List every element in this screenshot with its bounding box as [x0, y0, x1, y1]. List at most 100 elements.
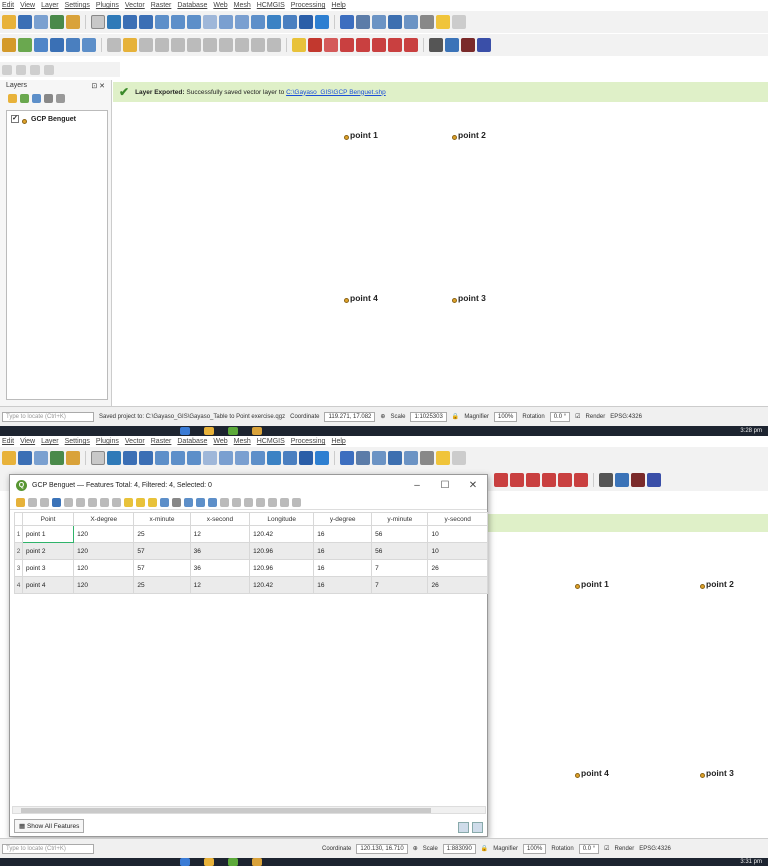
menu-item[interactable]: Processing: [291, 438, 326, 445]
table-view-icon[interactable]: [472, 822, 483, 833]
expand-all-icon[interactable]: [56, 94, 65, 103]
add-feature-icon[interactable]: [155, 38, 169, 52]
browser-icon[interactable]: [180, 858, 190, 866]
magnifier-field[interactable]: 100%: [522, 843, 547, 854]
toggle-edit-icon[interactable]: [123, 38, 137, 52]
save-edits-icon[interactable]: [40, 497, 49, 507]
table-cell[interactable]: 26: [427, 576, 488, 594]
coordinate-toggle-icon[interactable]: ⊕: [380, 413, 385, 420]
diagram-icon[interactable]: [526, 473, 540, 487]
label-icon[interactable]: [292, 38, 306, 52]
python-icon[interactable]: [445, 38, 459, 52]
coordinate-field[interactable]: 119.271, 17.082: [324, 411, 376, 422]
column-header[interactable]: x-minute: [133, 512, 191, 526]
annotation-icon[interactable]: [420, 451, 434, 465]
browser-icon[interactable]: [180, 427, 190, 435]
menu-item[interactable]: Raster: [151, 2, 172, 9]
print-layout-icon[interactable]: [50, 15, 64, 29]
menu-item[interactable]: Settings: [65, 2, 90, 9]
field-calculator-icon[interactable]: [244, 497, 253, 507]
table-cell[interactable]: 56: [371, 542, 429, 560]
zoom-layer-icon[interactable]: [187, 451, 201, 465]
show-all-features-button[interactable]: ▦ Show All Features: [14, 819, 85, 833]
zoom-full-icon[interactable]: [155, 15, 169, 29]
table-cell[interactable]: 120: [73, 525, 135, 543]
new-map-view-icon[interactable]: [251, 15, 265, 29]
menu-item[interactable]: View: [20, 2, 35, 9]
delete-field-icon[interactable]: [232, 497, 241, 507]
grid-plugin-icon[interactable]: [461, 38, 475, 52]
new-project-icon[interactable]: [2, 451, 16, 465]
manage-map-themes-icon[interactable]: [32, 94, 41, 103]
message-link[interactable]: C:\Gayaso_GIS\GCP Benguet.shp: [286, 89, 386, 96]
label-show-icon[interactable]: [324, 38, 338, 52]
zoom-last-icon[interactable]: [219, 15, 233, 29]
label-pin-icon[interactable]: [558, 473, 572, 487]
table-row[interactable]: 1 point 1 120 25 12 120.42 16 56 10: [14, 525, 488, 543]
crs-button[interactable]: EPSG:4326: [610, 414, 642, 420]
table-cell[interactable]: 57: [133, 559, 191, 577]
menu-item[interactable]: Help: [331, 438, 345, 445]
table-cell[interactable]: point 2: [21, 542, 75, 560]
qgis-icon[interactable]: [228, 427, 238, 435]
refresh-icon[interactable]: [315, 451, 329, 465]
map-canvas-2[interactable]: point 1 point 2 point 4 point 3: [488, 532, 768, 838]
add-mesh-icon[interactable]: [50, 38, 64, 52]
lock-icon[interactable]: 🔒: [452, 413, 459, 420]
label-rotate-icon[interactable]: [356, 38, 370, 52]
table-cell[interactable]: 120.42: [249, 525, 315, 543]
select-value-icon[interactable]: [16, 64, 26, 75]
menu-item[interactable]: Vector: [125, 2, 145, 9]
zoom-in-icon[interactable]: [123, 451, 137, 465]
table-cell[interactable]: 120: [73, 559, 135, 577]
menu-item[interactable]: Database: [177, 438, 207, 445]
measure-icon[interactable]: [404, 15, 418, 29]
python-icon[interactable]: [615, 473, 629, 487]
identify-icon[interactable]: [340, 15, 354, 29]
add-wms-icon[interactable]: [82, 38, 96, 52]
label-change-icon[interactable]: [510, 473, 524, 487]
column-header[interactable]: y-second: [427, 512, 488, 526]
table-row[interactable]: 2 point 2 120 57 36 120.96 16 56 10: [14, 542, 488, 560]
pan-to-selection-icon[interactable]: [107, 15, 121, 29]
measure-icon[interactable]: [404, 451, 418, 465]
menu-item[interactable]: Settings: [65, 438, 90, 445]
map-tips-icon[interactable]: [436, 451, 450, 465]
menu-item[interactable]: Database: [177, 2, 207, 9]
table-cell[interactable]: 26: [427, 559, 488, 577]
help-icon[interactable]: [647, 473, 661, 487]
select-all-icon[interactable]: [136, 497, 145, 507]
table-cell[interactable]: 16: [313, 542, 373, 560]
folder-icon[interactable]: [204, 858, 214, 866]
sum-icon[interactable]: [388, 451, 402, 465]
table-cell[interactable]: 7: [371, 559, 429, 577]
paste-icon[interactable]: [235, 38, 249, 52]
table-cell[interactable]: 120.42: [249, 576, 315, 594]
scale-field[interactable]: 1:1025303: [410, 411, 447, 422]
help-icon[interactable]: [477, 38, 491, 52]
qgis-icon[interactable]: [228, 858, 238, 866]
add-csv-icon[interactable]: [66, 38, 80, 52]
open-styling-icon[interactable]: [8, 94, 17, 103]
redo-icon[interactable]: [267, 38, 281, 52]
settings-gear-icon[interactable]: [372, 451, 386, 465]
table-cell[interactable]: 120: [73, 576, 135, 594]
cut-icon[interactable]: [203, 38, 217, 52]
zoom-out-icon[interactable]: [139, 451, 153, 465]
move-selection-top-icon[interactable]: [184, 497, 193, 507]
filter-legend-icon[interactable]: [44, 94, 53, 103]
menu-item[interactable]: Processing: [291, 2, 326, 9]
locator-search[interactable]: Type to locate (Ctrl+K): [2, 843, 94, 854]
copy-icon[interactable]: [219, 38, 233, 52]
text-annotation-icon[interactable]: [452, 15, 466, 29]
dock-icon[interactable]: [280, 497, 289, 507]
form-view-icon[interactable]: [458, 822, 469, 833]
toggle-editing-icon[interactable]: [16, 497, 25, 507]
folder-icon[interactable]: [204, 427, 214, 435]
row-number[interactable]: 1: [14, 525, 23, 543]
identify-icon[interactable]: [340, 451, 354, 465]
zoom-layer-icon[interactable]: [187, 15, 201, 29]
menu-item[interactable]: Mesh: [234, 2, 251, 9]
row-number[interactable]: 2: [14, 542, 23, 560]
save-as-icon[interactable]: [34, 451, 48, 465]
